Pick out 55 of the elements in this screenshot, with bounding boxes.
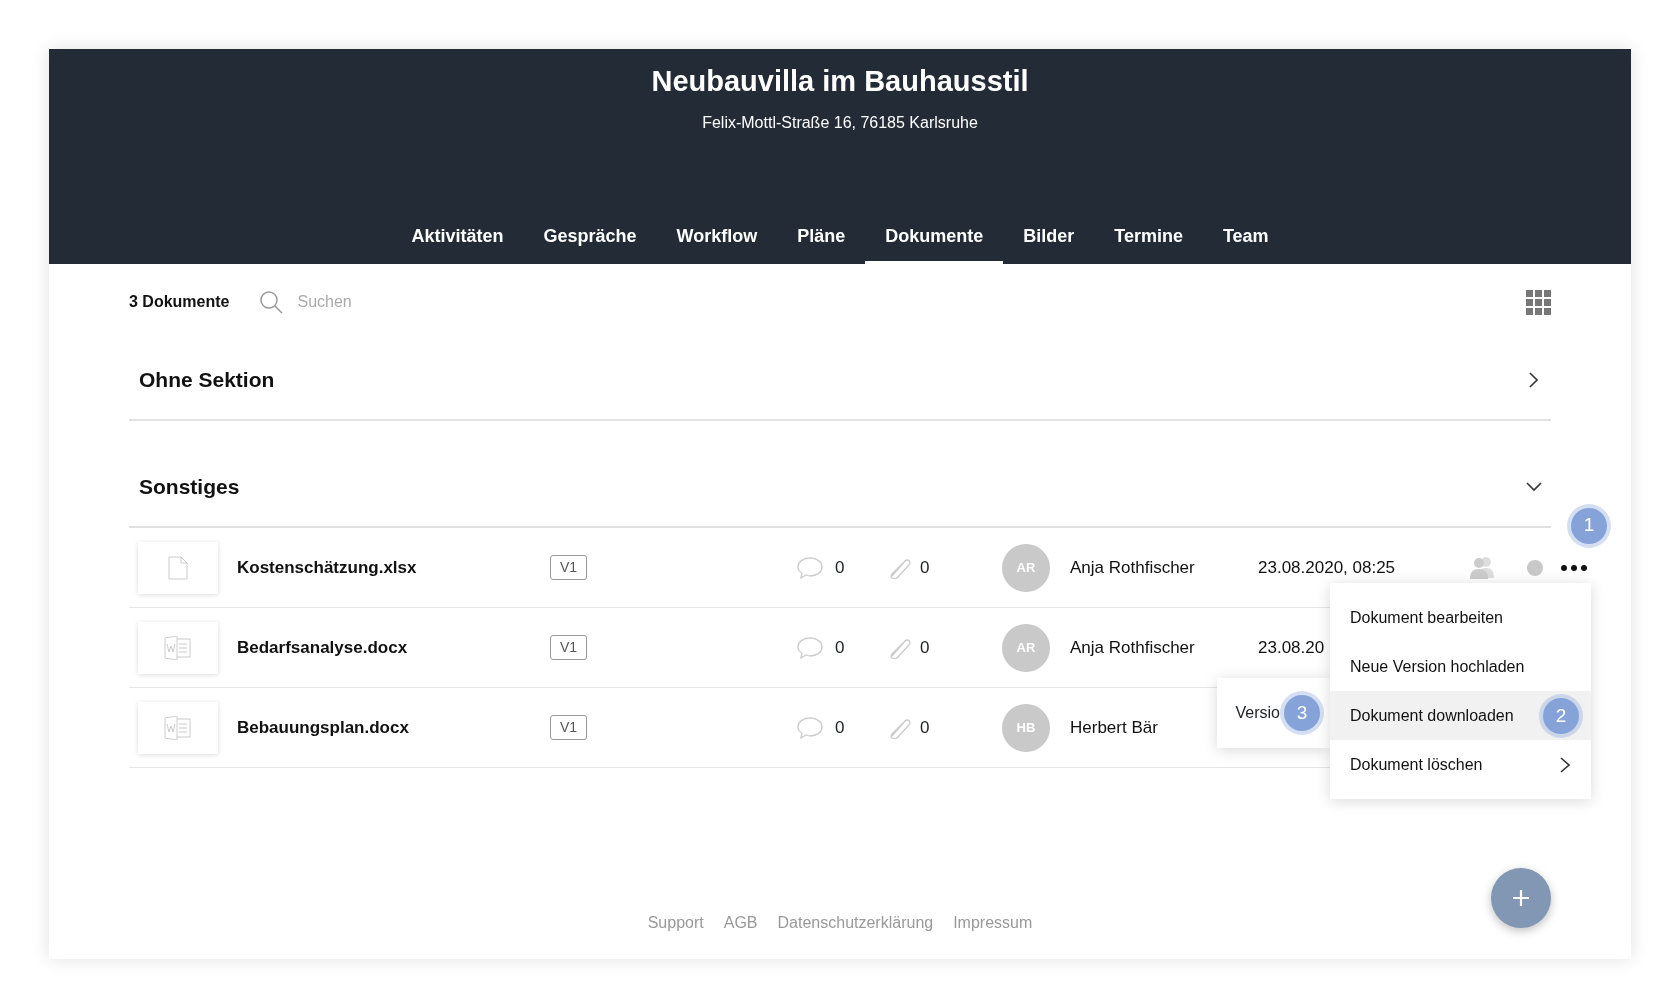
step-badge: 2	[1543, 698, 1579, 734]
comment-count: 0	[835, 636, 845, 659]
author-name: Anja Rothfischer	[1070, 636, 1196, 659]
plus-icon	[1512, 889, 1530, 907]
version-tag: V1	[550, 715, 588, 740]
nav-tab[interactable]: Gespräche	[523, 210, 657, 264]
step-badge: 1	[1571, 507, 1607, 544]
speech-bubble-icon	[797, 636, 823, 659]
speech-bubble-icon	[797, 556, 823, 579]
date-text: 23.08.20	[1258, 637, 1325, 657]
paperclip-icon	[888, 636, 912, 659]
nav-tab[interactable]: Bilder	[1003, 210, 1095, 264]
add-button[interactable]	[1491, 868, 1551, 928]
menu-item[interactable]: Dokument bearbeiten	[1330, 593, 1591, 642]
section-title[interactable]: Sonstiges	[139, 471, 240, 503]
version-tag: V1	[550, 555, 588, 580]
word-file-icon	[164, 635, 192, 660]
menu-item[interactable]: Dokument downloaden 2	[1330, 691, 1591, 740]
nav-tab[interactable]: Pläne	[777, 210, 866, 264]
more-button[interactable]	[1561, 564, 1587, 571]
attachment-count: 0	[920, 716, 930, 739]
paperclip-icon	[888, 716, 912, 739]
comment-count: 0	[835, 716, 845, 739]
attachment-count: 0	[920, 636, 930, 659]
file-name[interactable]: Kostenschätzung.xlsx	[237, 554, 550, 581]
nav-tab[interactable]: Dokumente	[865, 210, 1004, 264]
chevron-right-icon	[1559, 755, 1571, 774]
version-tag: V1	[550, 635, 588, 660]
file-name[interactable]: Bedarfsanalyse.docx	[237, 634, 550, 661]
nav-tab[interactable]: Termine	[1094, 210, 1203, 264]
date-text: 23.08.2020, 08:25	[1258, 557, 1396, 577]
file-name[interactable]: Bebauungsplan.docx	[237, 714, 550, 741]
step-badge: 3	[1284, 695, 1320, 731]
section-title[interactable]: Ohne Sektion	[139, 363, 275, 396]
menu-item[interactable]: Neue Version hochladen	[1330, 642, 1591, 691]
nav-tab[interactable]: Team	[1202, 210, 1289, 264]
author-name: Anja Rothfischer	[1070, 556, 1196, 579]
speech-bubble-icon	[797, 716, 823, 739]
people-icon	[1469, 555, 1495, 580]
word-file-icon	[164, 715, 192, 740]
menu-item[interactable]: Dokument löschen	[1330, 740, 1591, 789]
nav-tab[interactable]: Workflow	[656, 210, 778, 264]
blank-file-icon	[168, 555, 188, 580]
author-name: Herbert Bär	[1070, 716, 1159, 739]
nav-tab[interactable]: Aktivitäten	[391, 210, 524, 264]
submenu-item[interactable]: Versio	[1235, 701, 1280, 725]
document-count: 3 Dokumente	[129, 292, 230, 312]
status-dot	[1527, 559, 1543, 576]
project-address: Felix-Mottl-Straße 16, 76185 Karlsruhe	[701, 113, 979, 133]
grid-view-icon[interactable]	[1526, 289, 1551, 315]
attachment-count: 0	[920, 556, 930, 579]
project-title: Neubauvilla im Bauhausstil	[650, 64, 1030, 99]
search-icon	[259, 290, 284, 314]
comment-count: 0	[835, 556, 845, 579]
paperclip-icon	[888, 556, 912, 579]
